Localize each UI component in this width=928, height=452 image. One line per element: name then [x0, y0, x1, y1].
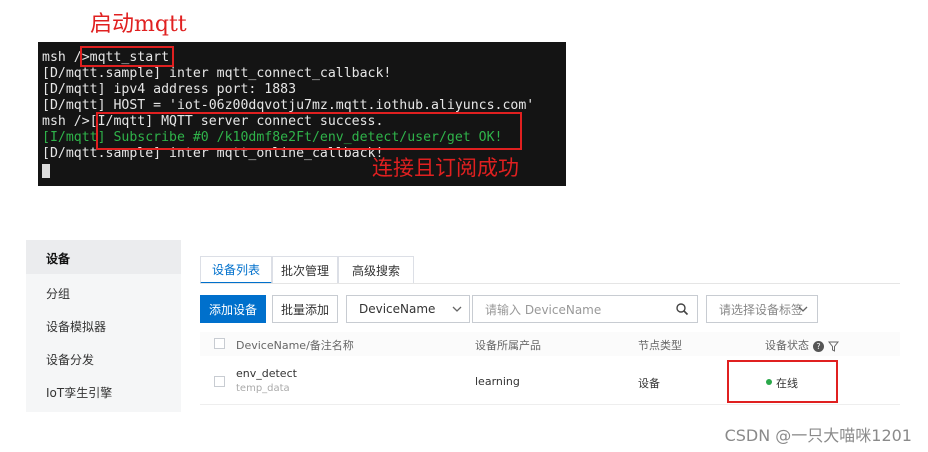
table-header: DeviceName/备注名称 设备所属产品 节点类型 设备状态? — [200, 332, 900, 356]
tab-device-list[interactable]: 设备列表 — [200, 256, 272, 284]
col-product: 设备所属产品 — [475, 339, 541, 352]
sidebar-item-distribution[interactable]: 设备分发 — [46, 351, 94, 368]
chevron-down-icon — [452, 306, 462, 312]
sidebar-item-simulator[interactable]: 设备模拟器 — [46, 318, 106, 335]
add-device-button[interactable]: 添加设备 — [200, 295, 266, 323]
col-status: 设备状态? — [765, 337, 839, 353]
device-product[interactable]: learning — [475, 375, 520, 388]
col-node-type: 节点类型 — [638, 339, 682, 352]
device-node-type: 设备 — [638, 377, 660, 390]
tab-advanced-search[interactable]: 高级搜索 — [338, 256, 414, 284]
success-highlight — [96, 112, 522, 150]
sidebar-item-groups[interactable]: 分组 — [46, 285, 70, 302]
select-all-checkbox[interactable] — [214, 338, 225, 349]
csdn-watermark: CSDN @一只大喵咪1201 — [724, 426, 912, 445]
terminal-line: [D/mqtt.sample] inter mqtt_connect_callb… — [42, 66, 392, 81]
batch-add-button[interactable]: 批量添加 — [272, 295, 338, 323]
chevron-down-icon — [798, 306, 808, 312]
filter-icon[interactable] — [828, 341, 839, 352]
device-name[interactable]: env_detect — [236, 367, 297, 380]
sidebar-item-twin-engine[interactable]: IoT孪生引擎 — [46, 384, 112, 401]
sidebar-item-devices[interactable]: 设备 — [46, 250, 70, 267]
search-input[interactable]: 请输入 DeviceName — [472, 295, 698, 323]
col-status-label: 设备状态 — [765, 339, 809, 352]
console-sidebar: 设备 分组 设备模拟器 设备分发 IoT孪生引擎 — [26, 240, 181, 412]
tab-bar-divider — [200, 283, 900, 284]
help-icon[interactable]: ? — [813, 340, 824, 352]
col-device-name: DeviceName/备注名称 — [236, 339, 354, 352]
device-tag-placeholder: 请选择设备标签 — [719, 302, 804, 317]
search-field-value: DeviceName — [359, 302, 436, 316]
status-highlight — [727, 360, 838, 403]
search-field-select[interactable]: DeviceName — [346, 295, 470, 323]
device-note: temp_data — [236, 383, 290, 394]
device-tag-select[interactable]: 请选择设备标签 — [706, 295, 818, 323]
terminal-cursor — [42, 164, 50, 178]
search-icon[interactable] — [675, 302, 689, 316]
search-placeholder: 请输入 DeviceName — [485, 302, 602, 317]
success-annotation: 连接且订阅成功 — [372, 156, 519, 180]
start-annotation: 启动mqtt — [90, 12, 187, 37]
row-checkbox[interactable] — [214, 376, 225, 387]
tab-batch-management[interactable]: 批次管理 — [272, 256, 338, 284]
terminal-line: [D/mqtt] ipv4 address port: 1883 — [42, 82, 297, 97]
mqtt-start-highlight — [80, 46, 174, 67]
